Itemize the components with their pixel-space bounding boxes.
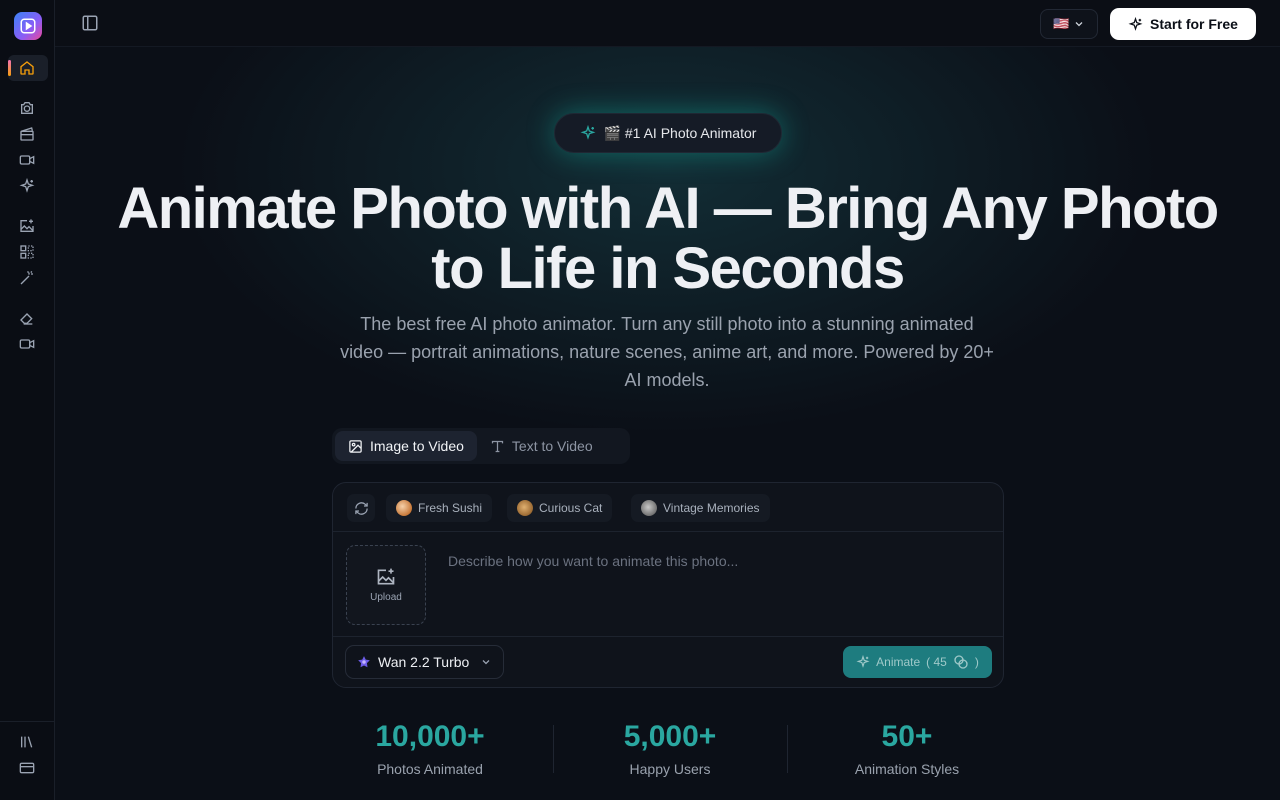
text-icon: [491, 440, 504, 452]
magic-wand-icon[interactable]: [16, 267, 38, 289]
hero-subtitle: The best free AI photo animator. Turn an…: [340, 314, 994, 390]
tab-image-to-video[interactable]: Image to Video: [335, 431, 477, 461]
sparkles-icon: [1128, 16, 1143, 31]
image-plus-icon[interactable]: [16, 215, 38, 237]
stat-divider: [787, 725, 788, 773]
preset-fresh-sushi[interactable]: Fresh Sushi: [386, 494, 493, 522]
main-content: 🎬 #1 AI Photo Animator Animate Photo wit…: [55, 47, 1280, 800]
preset-bar: Fresh Sushi Curious Cat Vintage Memories: [333, 483, 1003, 532]
composer-divider: [333, 636, 1003, 637]
prompt-input[interactable]: [448, 553, 988, 613]
camera-icon[interactable]: [16, 97, 38, 119]
sidebar: [0, 0, 55, 800]
preset-label: Curious Cat: [539, 501, 603, 515]
video-camera-icon[interactable]: [16, 333, 38, 355]
stat-divider: [553, 725, 554, 773]
tab-text-to-video-label: Text to Video: [511, 438, 593, 454]
language-selector[interactable]: 🇺🇸: [1040, 9, 1098, 39]
preset-thumbnail: [517, 500, 533, 516]
animate-cost-close: ): [974, 655, 979, 669]
refresh-presets-button[interactable]: [347, 494, 375, 522]
animate-label: Animate: [876, 655, 921, 669]
mode-tabs: Image to Video Text to Video: [332, 428, 630, 464]
stat-value: 10,000+: [375, 720, 485, 753]
chevron-down-icon: [482, 660, 490, 665]
model-name: Wan 2.2 Turbo: [378, 654, 470, 670]
stat-label: Happy Users: [629, 761, 711, 777]
upload-label: Upload: [370, 592, 402, 603]
top-bar: 🇺🇸 Start for Free: [55, 0, 1280, 47]
start-for-free-label: Start for Free: [1150, 16, 1238, 32]
chevron-down-icon: [1075, 22, 1083, 27]
flag-icon: 🇺🇸: [1053, 16, 1070, 31]
preset-label: Vintage Memories: [663, 501, 760, 515]
animate-button[interactable]: Animate ( 45 ): [843, 646, 992, 678]
stat-animation-styles: 50+ Animation Styles: [819, 717, 995, 777]
panel-toggle-icon[interactable]: [81, 14, 99, 32]
model-selector[interactable]: Wan 2.2 Turbo: [345, 645, 504, 679]
sparkles-icon: [856, 655, 870, 668]
film-icon[interactable]: [16, 123, 38, 145]
grid-icon[interactable]: [16, 241, 38, 263]
preset-thumbnail: [396, 500, 412, 516]
stat-value: 5,000+: [623, 720, 717, 753]
stat-photos-animated: 10,000+ Photos Animated: [342, 717, 518, 777]
preset-thumbnail: [641, 500, 657, 516]
image-upload-icon: [377, 568, 395, 585]
image-icon: [349, 439, 362, 453]
app-logo-icon[interactable]: [14, 12, 42, 40]
page-title-line-1: Animate Photo with AI — Bring Any Photo: [117, 176, 1219, 241]
stats-row: 10,000+ Photos Animated 5,000+ Happy Use…: [332, 717, 1004, 777]
stat-label: Photos Animated: [377, 761, 483, 777]
sidebar-divider: [0, 721, 55, 722]
animate-composer: Fresh Sushi Curious Cat Vintage Memories…: [332, 482, 1004, 688]
tab-image-to-video-label: Image to Video: [370, 438, 464, 454]
video-icon[interactable]: [16, 149, 38, 171]
stat-value: 50+: [881, 720, 933, 753]
preset-vintage-memories[interactable]: Vintage Memories: [631, 494, 770, 522]
home-icon[interactable]: [16, 57, 38, 79]
preset-label: Fresh Sushi: [418, 501, 483, 515]
sparkles-icon[interactable]: [16, 175, 38, 197]
model-logo-icon: [358, 656, 370, 668]
stat-happy-users: 5,000+ Happy Users: [582, 717, 758, 777]
animate-cost: ( 45: [926, 655, 947, 669]
refresh-icon: [354, 501, 368, 515]
hero-badge-label: 🎬 #1 AI Photo Animator: [603, 124, 757, 141]
upload-dropzone[interactable]: Upload: [346, 545, 426, 625]
start-for-free-button[interactable]: Start for Free: [1110, 8, 1256, 40]
sparkles-icon: [580, 125, 596, 140]
preset-curious-cat[interactable]: Curious Cat: [507, 494, 613, 522]
stat-label: Animation Styles: [854, 761, 960, 777]
coins-icon: [954, 655, 968, 669]
tab-text-to-video[interactable]: Text to Video: [477, 431, 606, 461]
credit-card-icon[interactable]: [16, 757, 38, 779]
page-title: Animate Photo with AI — Bring Any Photo …: [95, 179, 1240, 299]
hero-badge: 🎬 #1 AI Photo Animator: [554, 113, 782, 153]
eraser-icon[interactable]: [16, 307, 38, 329]
page-title-line-2: to Life in Seconds: [431, 236, 905, 301]
library-icon[interactable]: [16, 731, 38, 753]
